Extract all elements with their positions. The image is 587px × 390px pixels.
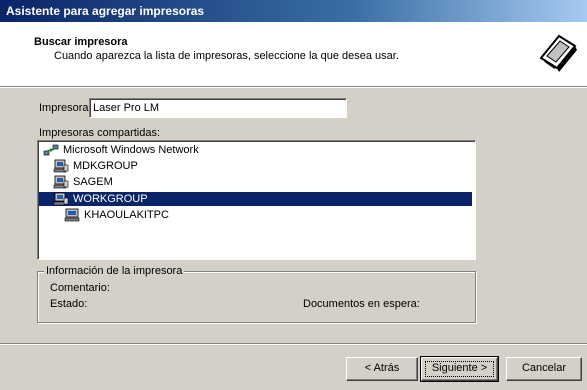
shared-printers-tree[interactable]: Microsoft Windows Network MDKGROUP SAGEM… — [37, 140, 476, 260]
focus-rect — [425, 361, 494, 377]
workgroup-icon — [53, 175, 69, 189]
page-title: Buscar impresora — [34, 36, 128, 48]
printer-info-group — [37, 271, 476, 323]
shared-printers-label: Impresoras compartidas: — [39, 127, 161, 139]
wizard-header: Buscar impresora Cuando aparezca la list… — [0, 22, 587, 86]
back-button[interactable]: < Atrás — [346, 357, 418, 381]
status-label: Estado: — [50, 298, 88, 310]
workgroup-icon — [53, 192, 69, 206]
header-divider-highlight — [0, 87, 587, 88]
network-icon — [43, 144, 59, 156]
title-bar[interactable]: Asistente para agregar impresoras — [0, 0, 587, 22]
documents-waiting-label: Documentos en espera: — [303, 298, 420, 310]
printer-info-title: Información de la impresora — [44, 265, 185, 277]
page-subtitle: Cuando aparezca la lista de impresoras, … — [54, 50, 399, 62]
next-button[interactable]: Siguiente > — [420, 356, 499, 382]
tree-item-label: MDKGROUP — [73, 160, 138, 172]
printer-wizard-icon — [536, 29, 580, 73]
comment-label: Comentario: — [50, 282, 110, 294]
printer-label: Impresora: — [39, 102, 92, 114]
computer-icon — [64, 208, 80, 222]
printer-name-input[interactable]: Laser Pro LM — [89, 98, 347, 118]
cancel-button[interactable]: Cancelar — [506, 357, 582, 381]
tree-item-label: SAGEM — [73, 176, 113, 188]
tree-item-label: WORKGROUP — [73, 193, 148, 205]
footer-divider-highlight — [0, 344, 587, 345]
tree-item-label: KHAOULAKITPC — [84, 209, 169, 221]
workgroup-icon — [53, 159, 69, 173]
tree-item-label: Microsoft Windows Network — [63, 144, 199, 156]
printer-name-value: Laser Pro LM — [93, 102, 160, 114]
window-title: Asistente para agregar impresoras — [6, 4, 205, 18]
